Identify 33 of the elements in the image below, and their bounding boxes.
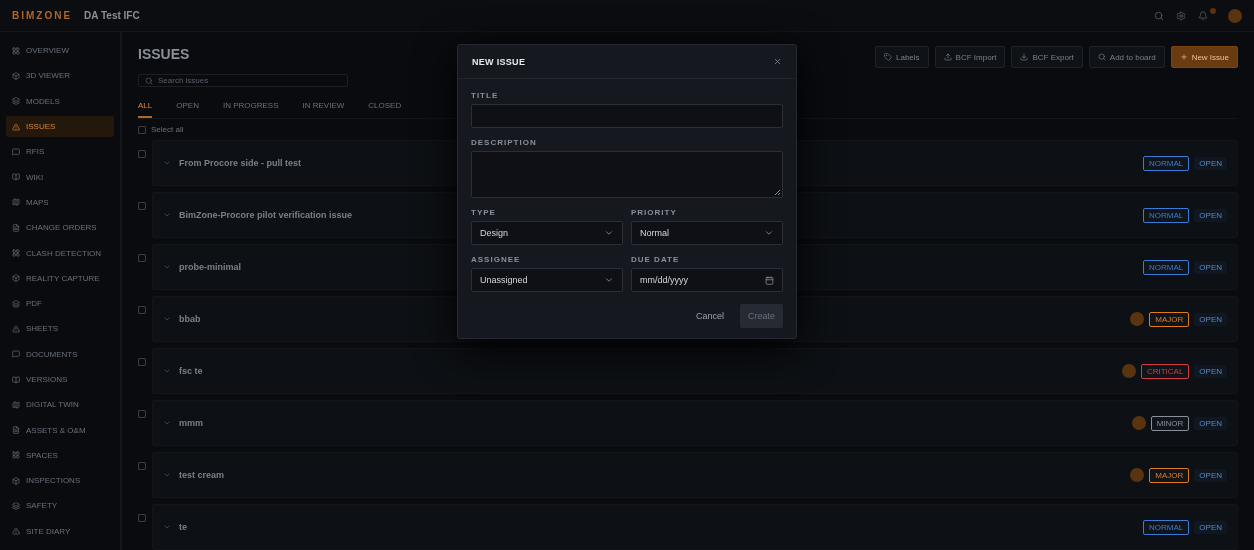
status-badge: OPEN xyxy=(1194,208,1227,222)
status-badge: OPEN xyxy=(1194,156,1227,170)
dialog-title: NEW ISSUE xyxy=(472,56,526,67)
priority-badge: MAJOR xyxy=(1149,467,1190,483)
status-badge: OPEN xyxy=(1194,468,1227,482)
issue-title: bbab xyxy=(179,314,201,324)
select-all-label: Select all xyxy=(151,125,184,134)
page-title: ISSUES xyxy=(138,46,190,62)
status-badge: OPEN xyxy=(1194,260,1227,274)
priority-badge: MINOR xyxy=(1150,415,1190,431)
priority-badge: NORMAL xyxy=(1143,519,1190,535)
status-badge: OPEN xyxy=(1194,364,1227,378)
priority-badge: NORMAL xyxy=(1143,259,1190,275)
issue-title: BimZone-Procore pilot verification issue xyxy=(179,210,353,220)
priority-badge: CRITICAL xyxy=(1140,363,1190,379)
field-label: DESCRIPTION xyxy=(471,138,538,147)
field-label: TYPE xyxy=(471,208,497,217)
issue-title: From Procore side - pull test xyxy=(179,158,302,168)
field-label: PRIORITY xyxy=(631,208,678,217)
issue-title: mmm xyxy=(179,418,203,428)
issue-title: fsc te xyxy=(179,366,203,376)
status-badge: OPEN xyxy=(1194,312,1227,326)
status-badge: OPEN xyxy=(1194,520,1227,534)
issue-title: probe-minimal xyxy=(179,262,241,272)
priority-badge: NORMAL xyxy=(1143,155,1190,171)
issue-title: te xyxy=(179,522,187,532)
issue-title: test cream xyxy=(179,470,225,480)
priority-badge: NORMAL xyxy=(1143,207,1190,223)
field-label: TITLE xyxy=(471,91,500,100)
priority-badge: MAJOR xyxy=(1149,311,1190,327)
status-badge: OPEN xyxy=(1194,416,1227,430)
field-label: ASSIGNEE xyxy=(471,255,522,264)
field-label: DUE DATE xyxy=(631,255,681,264)
